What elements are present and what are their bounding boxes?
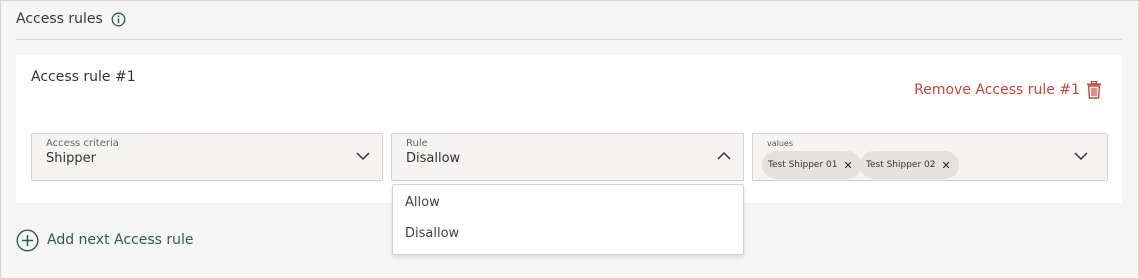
access-criteria-label: Access criteria — [46, 138, 119, 149]
chip-label: Test Shipper 01 — [768, 160, 838, 170]
chevron-down-icon[interactable] — [356, 151, 370, 161]
access-rule-card: Access rule #1 Remove Access rule #1 Acc… — [16, 55, 1122, 203]
add-rule-button[interactable]: Add next Access rule — [16, 228, 194, 252]
values-multiselect[interactable]: values Test Shipper 01 ✕ Test Shipper 02… — [752, 133, 1108, 181]
chip-label: Test Shipper 02 — [866, 160, 936, 170]
remove-rule-button[interactable]: Remove Access rule #1 — [914, 79, 1102, 101]
access-criteria-value: Shipper — [46, 151, 96, 166]
dropdown-option-disallow[interactable]: Disallow — [405, 226, 459, 241]
add-rule-label: Add next Access rule — [47, 232, 194, 248]
rule-value: Disallow — [406, 151, 461, 166]
section-header: Access rules — [16, 8, 126, 30]
close-icon[interactable]: ✕ — [941, 159, 950, 172]
remove-rule-label: Remove Access rule #1 — [914, 82, 1080, 98]
value-chip: Test Shipper 02 ✕ — [860, 151, 959, 179]
rule-label: Rule — [406, 138, 428, 149]
chevron-up-icon[interactable] — [717, 151, 731, 161]
access-criteria-select[interactable]: Access criteria Shipper — [31, 133, 383, 181]
rule-title: Access rule #1 — [31, 69, 136, 85]
trash-icon — [1086, 81, 1102, 99]
chevron-down-icon[interactable] — [1074, 151, 1088, 161]
divider — [16, 39, 1122, 40]
access-rules-panel: Access rules Access rule #1 Remove Acces… — [0, 0, 1139, 279]
close-icon[interactable]: ✕ — [843, 159, 852, 172]
value-chip: Test Shipper 01 ✕ — [762, 151, 861, 179]
info-icon[interactable] — [111, 12, 126, 27]
dropdown-option-allow[interactable]: Allow — [405, 195, 440, 210]
values-label: values — [767, 139, 794, 148]
plus-circle-icon — [16, 228, 39, 252]
section-title: Access rules — [16, 11, 103, 27]
rule-dropdown-menu: Allow Disallow — [392, 184, 744, 255]
rule-select[interactable]: Rule Disallow — [391, 133, 744, 181]
